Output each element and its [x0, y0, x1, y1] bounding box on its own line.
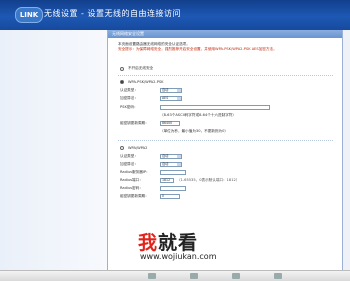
taskbar-icon[interactable] [232, 273, 240, 279]
divider [118, 75, 333, 76]
header-banner: LINK 无线设置 - 设置无线的自由连接访问 [0, 0, 350, 30]
auth-type-2-select[interactable]: 自动 [160, 154, 182, 159]
auth-type-label: 认证类型： [120, 88, 138, 92]
encryption-select[interactable]: AES [160, 96, 182, 101]
radius-port-input[interactable]: 1812 [160, 178, 174, 183]
option-security-off[interactable]: 不开启无线安全 [120, 66, 153, 71]
encryption-label: 加密算法： [120, 96, 138, 100]
auth-type-2-row: 认证类型： 自动 [120, 154, 182, 159]
psk-password-row: PSK密码： [120, 105, 270, 110]
watermark-text: 我就看 [138, 228, 198, 255]
intro-text: 本页面设置路由器无线网络的安全认证选项。 安全提示：为保障网络安全，强烈推荐开启… [118, 42, 333, 52]
psk-password-label: PSK密码： [120, 105, 138, 109]
group-key-2-label: 组密钥更新周期： [120, 194, 149, 198]
encryption-row: 加密算法： AES [120, 96, 182, 101]
psk-password-hint: （8-63个ASCII码字符或8-64个十六进制字符） [160, 113, 236, 117]
radius-ip-row: Radius服务器IP： [120, 170, 186, 175]
auth-type-select[interactable]: 自动 [160, 88, 182, 93]
option-wpa-label: WPA/WPA2 [128, 146, 148, 150]
router-logo: LINK [15, 7, 43, 23]
group-key-hint: （单位为秒，最小值为30，不更新则为0） [160, 129, 228, 133]
group-key-row: 组密钥更新周期： 86400 [120, 121, 180, 126]
taskbar-icon[interactable] [190, 273, 198, 279]
group-key-label: 组密钥更新周期： [120, 121, 149, 125]
page-title: 无线设置 - 设置无线的自由连接访问 [44, 9, 181, 18]
watermark-logo: 我就看 www.wojiukan.com [138, 228, 218, 261]
radio-off[interactable] [120, 66, 124, 71]
taskbar [0, 270, 350, 281]
encryption-2-select[interactable]: 自动 [160, 162, 182, 167]
psk-password-input[interactable] [160, 105, 270, 110]
security-warning: 安全提示：为保障网络安全，强烈推荐开启安全设置，并使用WPA-PSK/WPA2-… [118, 47, 277, 51]
group-key-2-row: 组密钥更新周期： 0 [120, 194, 180, 199]
radius-port-hint: （1-65535，0表示默认端口：1812） [177, 178, 240, 182]
group-key-input[interactable]: 86400 [160, 121, 180, 126]
radius-password-input[interactable] [160, 186, 186, 191]
radius-password-label: Radius密码： [120, 186, 143, 190]
watermark-url: www.wojiukan.com [140, 252, 217, 261]
left-menu-panel [0, 30, 107, 280]
radio-wpa-psk[interactable] [120, 80, 124, 84]
radius-ip-input[interactable] [160, 170, 186, 175]
radius-port-row: Radius端口： 1812 （1-65535，0表示默认端口：1812） [120, 178, 239, 183]
radio-wpa[interactable] [120, 146, 124, 150]
divider [118, 140, 333, 141]
radius-port-label: Radius端口： [120, 178, 143, 182]
group-key-2-input[interactable]: 0 [160, 194, 180, 199]
radius-ip-label: Radius服务器IP： [120, 170, 150, 174]
option-wpa-psk[interactable]: WPA-PSK/WPA2-PSK [120, 80, 164, 84]
option-wpa-psk-label: WPA-PSK/WPA2-PSK [128, 80, 164, 84]
auth-type-row: 认证类型： 自动 [120, 88, 182, 93]
panel-heading: 无线网络安全设置 [108, 30, 342, 38]
radius-password-row: Radius密码： [120, 186, 186, 191]
auth-type-2-label: 认证类型： [120, 154, 138, 158]
option-wpa[interactable]: WPA/WPA2 [120, 146, 147, 150]
taskbar-icon[interactable] [274, 273, 282, 279]
watermark-char-red: 我 [138, 232, 159, 254]
taskbar-icon[interactable] [148, 273, 156, 279]
watermark-chars-black: 就看 [158, 232, 199, 254]
option-off-label: 不开启无线安全 [128, 66, 154, 70]
encryption-2-label: 加密算法： [120, 162, 138, 166]
encryption-2-row: 加密算法： 自动 [120, 162, 182, 167]
